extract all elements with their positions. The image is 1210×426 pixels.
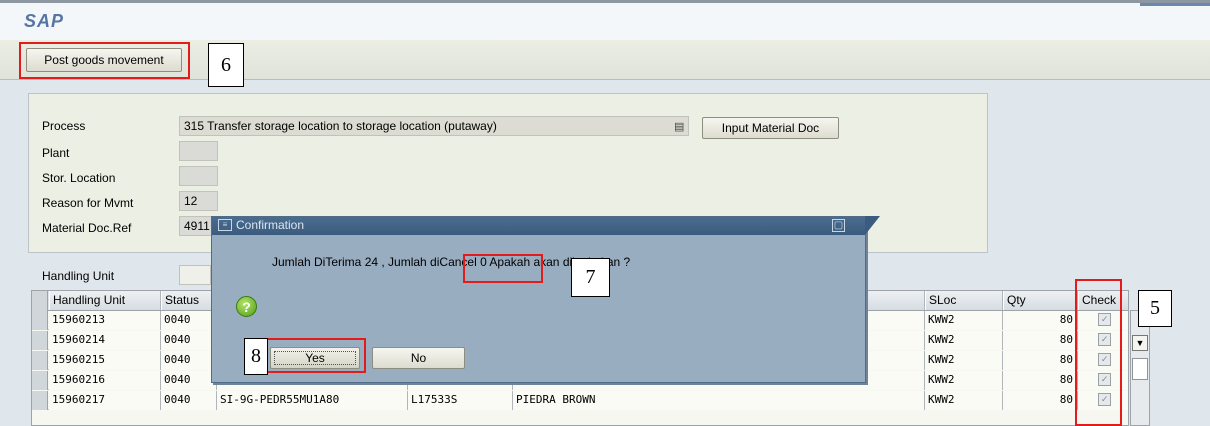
cell-sloc: KWW2 — [925, 351, 1003, 370]
stor-location-label: Stor. Location — [42, 171, 116, 185]
highlight-cancel-count — [463, 254, 543, 283]
highlight-check-column — [1075, 279, 1122, 426]
stor-location-field[interactable] — [179, 166, 218, 186]
dialog-title: Confirmation — [236, 218, 305, 232]
cell-qty: 80 — [1003, 311, 1078, 330]
cell-qty: 80 — [1003, 371, 1078, 390]
sap-logo: SAP — [24, 11, 65, 31]
col-header-handling-unit[interactable]: Handling Unit — [49, 291, 161, 310]
handling-unit-label: Handling Unit — [42, 269, 115, 283]
handling-unit-field[interactable] — [179, 265, 211, 285]
col-header-sloc[interactable]: SLoc — [925, 291, 1003, 310]
plant-field[interactable] — [179, 141, 218, 161]
cell-description: PIEDRA BROWN — [513, 391, 925, 410]
question-icon: ? — [236, 296, 257, 317]
process-field[interactable]: 315 Transfer storage location to storage… — [179, 116, 689, 136]
col-header-status[interactable]: Status — [161, 291, 217, 310]
callout-number: 6 — [208, 43, 244, 87]
cell-status: 0040 — [161, 371, 217, 390]
select-all-cell[interactable] — [32, 291, 48, 311]
dialog-title-bar[interactable]: ≡ Confirmation ▢ — [212, 216, 880, 235]
no-button[interactable]: No — [372, 347, 465, 369]
cell-status: 0040 — [161, 391, 217, 410]
cell-sloc: KWW2 — [925, 311, 1003, 330]
material-doc-ref-label: Material Doc.Ref — [42, 221, 132, 235]
cell-sloc: KWW2 — [925, 331, 1003, 350]
cell-handling-unit: 15960217 — [49, 391, 161, 410]
title-bar-corner — [865, 216, 880, 235]
scroll-down-arrow-icon[interactable]: ▼ — [1132, 335, 1148, 351]
title-accent-line — [1140, 3, 1210, 6]
process-label: Process — [42, 119, 86, 133]
cell-sloc: KWW2 — [925, 391, 1003, 410]
cell-qty: 80 — [1003, 331, 1078, 350]
sap-title-bar: SAP — [0, 0, 1210, 40]
cell-sloc: KWW2 — [925, 371, 1003, 390]
scroll-thumb[interactable] — [1132, 358, 1148, 380]
callout-number: 5 — [1138, 290, 1172, 327]
dialog-window-icon: ≡ — [218, 219, 232, 231]
cell-status: 0040 — [161, 351, 217, 370]
cell-qty: 80 — [1003, 351, 1078, 370]
callout-number: 7 — [571, 258, 610, 297]
callout-number: 8 — [244, 338, 268, 375]
col-header-qty[interactable]: Qty — [1003, 291, 1078, 310]
plant-label: Plant — [42, 146, 70, 160]
dropdown-list-icon[interactable]: ▤ — [674, 121, 686, 133]
cell-qty: 80 — [1003, 391, 1078, 410]
cell-material: SI-9G-PEDR55MU1A80 — [217, 391, 408, 410]
table-vertical-scrollbar[interactable]: ▼ — [1130, 310, 1150, 426]
cell-batch: L17533S — [408, 391, 513, 410]
cell-handling-unit: 15960216 — [49, 371, 161, 390]
reason-for-mvmt-field[interactable]: 12 — [179, 191, 218, 211]
row-selector[interactable] — [32, 311, 48, 330]
cell-status: 0040 — [161, 331, 217, 350]
row-selector[interactable] — [32, 351, 48, 370]
reason-for-mvmt-label: Reason for Mvmt — [42, 196, 134, 210]
input-material-doc-button[interactable]: Input Material Doc — [702, 117, 839, 139]
highlight-yes-button — [264, 338, 366, 373]
row-selector[interactable] — [32, 371, 48, 390]
row-selector[interactable] — [32, 391, 48, 410]
close-icon[interactable]: ▢ — [832, 219, 845, 232]
cell-handling-unit: 15960215 — [49, 351, 161, 370]
highlight-post-goods-movement — [19, 42, 190, 79]
cell-handling-unit: 15960213 — [49, 311, 161, 330]
row-selector[interactable] — [32, 331, 48, 350]
cell-status: 0040 — [161, 311, 217, 330]
table-row[interactable]: 15960217 0040 SI-9G-PEDR55MU1A80 L17533S… — [32, 391, 1128, 410]
cell-handling-unit: 15960214 — [49, 331, 161, 350]
